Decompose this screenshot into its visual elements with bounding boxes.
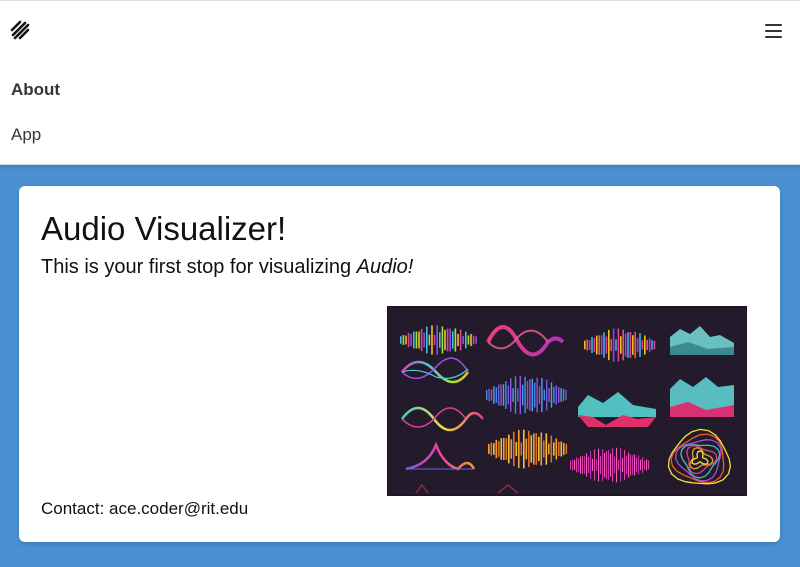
hamburger-menu-icon[interactable] <box>763 21 785 39</box>
dropdown-menu: About App <box>0 58 800 165</box>
audio-waveform-collage <box>387 306 747 496</box>
contact-text: Contact: ace.coder@rit.edu <box>41 499 249 518</box>
hero-card: Audio Visualizer! This is your first sto… <box>19 186 780 542</box>
subtitle-emphasis: Audio! <box>356 256 414 278</box>
top-navbar <box>0 0 800 59</box>
menu-item-app[interactable]: App <box>11 125 41 145</box>
page-title: Audio Visualizer! <box>41 210 287 247</box>
menu-item-about[interactable]: About <box>11 80 60 100</box>
subtitle-text: This is your first stop for visualizing <box>41 256 357 278</box>
page-subtitle: This is your first stop for visualizing … <box>41 256 413 279</box>
slanted-stripes-logo-icon[interactable] <box>10 20 30 40</box>
